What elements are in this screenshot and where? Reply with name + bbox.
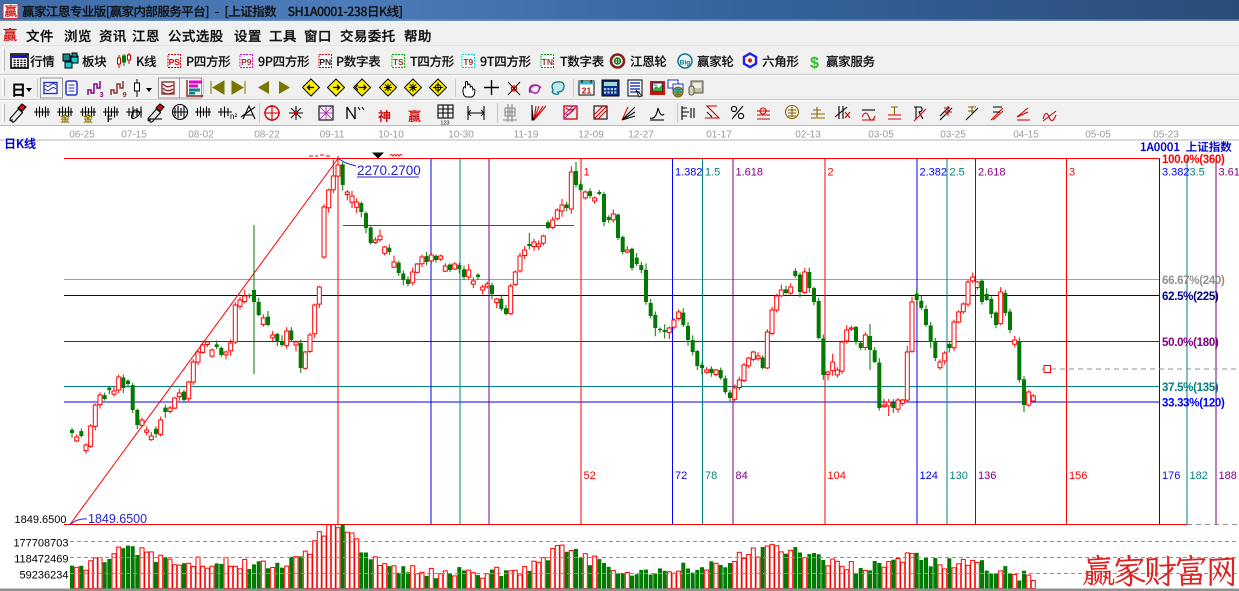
svg-text:$: $	[810, 55, 819, 72]
svg-text:1.382: 1.382	[675, 167, 703, 179]
svg-text:66.67%(240): 66.67%(240)	[1162, 275, 1225, 287]
svg-text:1: 1	[584, 167, 590, 179]
svg-text:Big: Big	[680, 60, 691, 67]
svg-text:72: 72	[675, 470, 687, 482]
svg-text:1.5: 1.5	[705, 167, 720, 179]
svg-text:03-05: 03-05	[868, 130, 894, 141]
svg-text:2: 2	[828, 167, 834, 179]
svg-text:50.0%(180): 50.0%(180)	[1162, 337, 1219, 349]
svg-text:F: F	[107, 114, 113, 124]
svg-text:37.5%(135): 37.5%(135)	[1162, 382, 1219, 394]
svg-text:9: 9	[123, 90, 127, 99]
svg-text:10-30: 10-30	[448, 130, 474, 141]
svg-text:T9: T9	[463, 57, 473, 67]
svg-text:12-09: 12-09	[578, 130, 604, 141]
svg-text:TN: TN	[542, 57, 553, 67]
svg-text:136: 136	[978, 470, 996, 482]
svg-text:TS: TS	[393, 57, 404, 67]
svg-text:3: 3	[1069, 167, 1075, 179]
svg-text:2270.2700: 2270.2700	[357, 163, 421, 178]
svg-text:02-13: 02-13	[795, 130, 821, 141]
svg-text:118472469: 118472469	[14, 554, 68, 566]
svg-text:03-25: 03-25	[940, 130, 966, 141]
svg-text:07-15: 07-15	[121, 130, 147, 141]
svg-text:62.5%(225): 62.5%(225)	[1162, 291, 1219, 303]
svg-text:3.5: 3.5	[1190, 167, 1205, 179]
svg-text:33.33%(120): 33.33%(120)	[1162, 398, 1225, 410]
svg-text:1849.6500: 1849.6500	[88, 512, 147, 526]
svg-text:1849.6500: 1849.6500	[15, 514, 67, 526]
svg-text:84: 84	[736, 470, 748, 482]
svg-text:130: 130	[950, 470, 968, 482]
svg-text:78: 78	[705, 470, 717, 482]
svg-text:09-11: 09-11	[320, 130, 345, 141]
svg-text:59236234: 59236234	[20, 570, 69, 582]
svg-text:52: 52	[584, 470, 596, 482]
svg-text:11-19: 11-19	[514, 130, 539, 141]
svg-text:123: 123	[440, 121, 449, 127]
svg-text:2.5: 2.5	[950, 167, 965, 179]
svg-text:188: 188	[1219, 470, 1237, 482]
svg-text:P9: P9	[241, 57, 252, 67]
svg-text:1.618: 1.618	[736, 167, 764, 179]
svg-text:PS: PS	[169, 57, 181, 67]
svg-text:06-25: 06-25	[69, 130, 95, 141]
svg-text:04-15: 04-15	[1013, 130, 1039, 141]
svg-text:12-27: 12-27	[628, 130, 654, 141]
svg-text:176: 176	[1162, 470, 1180, 482]
svg-text:3: 3	[100, 90, 104, 99]
svg-text:104: 104	[828, 470, 846, 482]
svg-text:100.0%(360): 100.0%(360)	[1162, 154, 1225, 166]
svg-text:08-22: 08-22	[254, 130, 280, 141]
svg-text:3.382: 3.382	[1162, 167, 1190, 179]
svg-text:01-17: 01-17	[706, 130, 732, 141]
svg-text:156: 156	[1069, 470, 1087, 482]
svg-text:05-23: 05-23	[1153, 130, 1179, 141]
svg-text:n²: n²	[230, 112, 237, 121]
svg-text:3.618: 3.618	[1219, 167, 1239, 179]
svg-text:2.618: 2.618	[978, 167, 1006, 179]
svg-text:05-05: 05-05	[1085, 130, 1111, 141]
svg-text:PN: PN	[319, 57, 331, 67]
svg-text:21: 21	[582, 86, 592, 96]
svg-text:182: 182	[1190, 470, 1208, 482]
svg-text:10-10: 10-10	[378, 130, 404, 141]
svg-text:2.382: 2.382	[920, 167, 948, 179]
svg-text:177708703: 177708703	[13, 538, 68, 550]
svg-text:124: 124	[920, 470, 938, 482]
svg-text:08-02: 08-02	[188, 130, 214, 141]
